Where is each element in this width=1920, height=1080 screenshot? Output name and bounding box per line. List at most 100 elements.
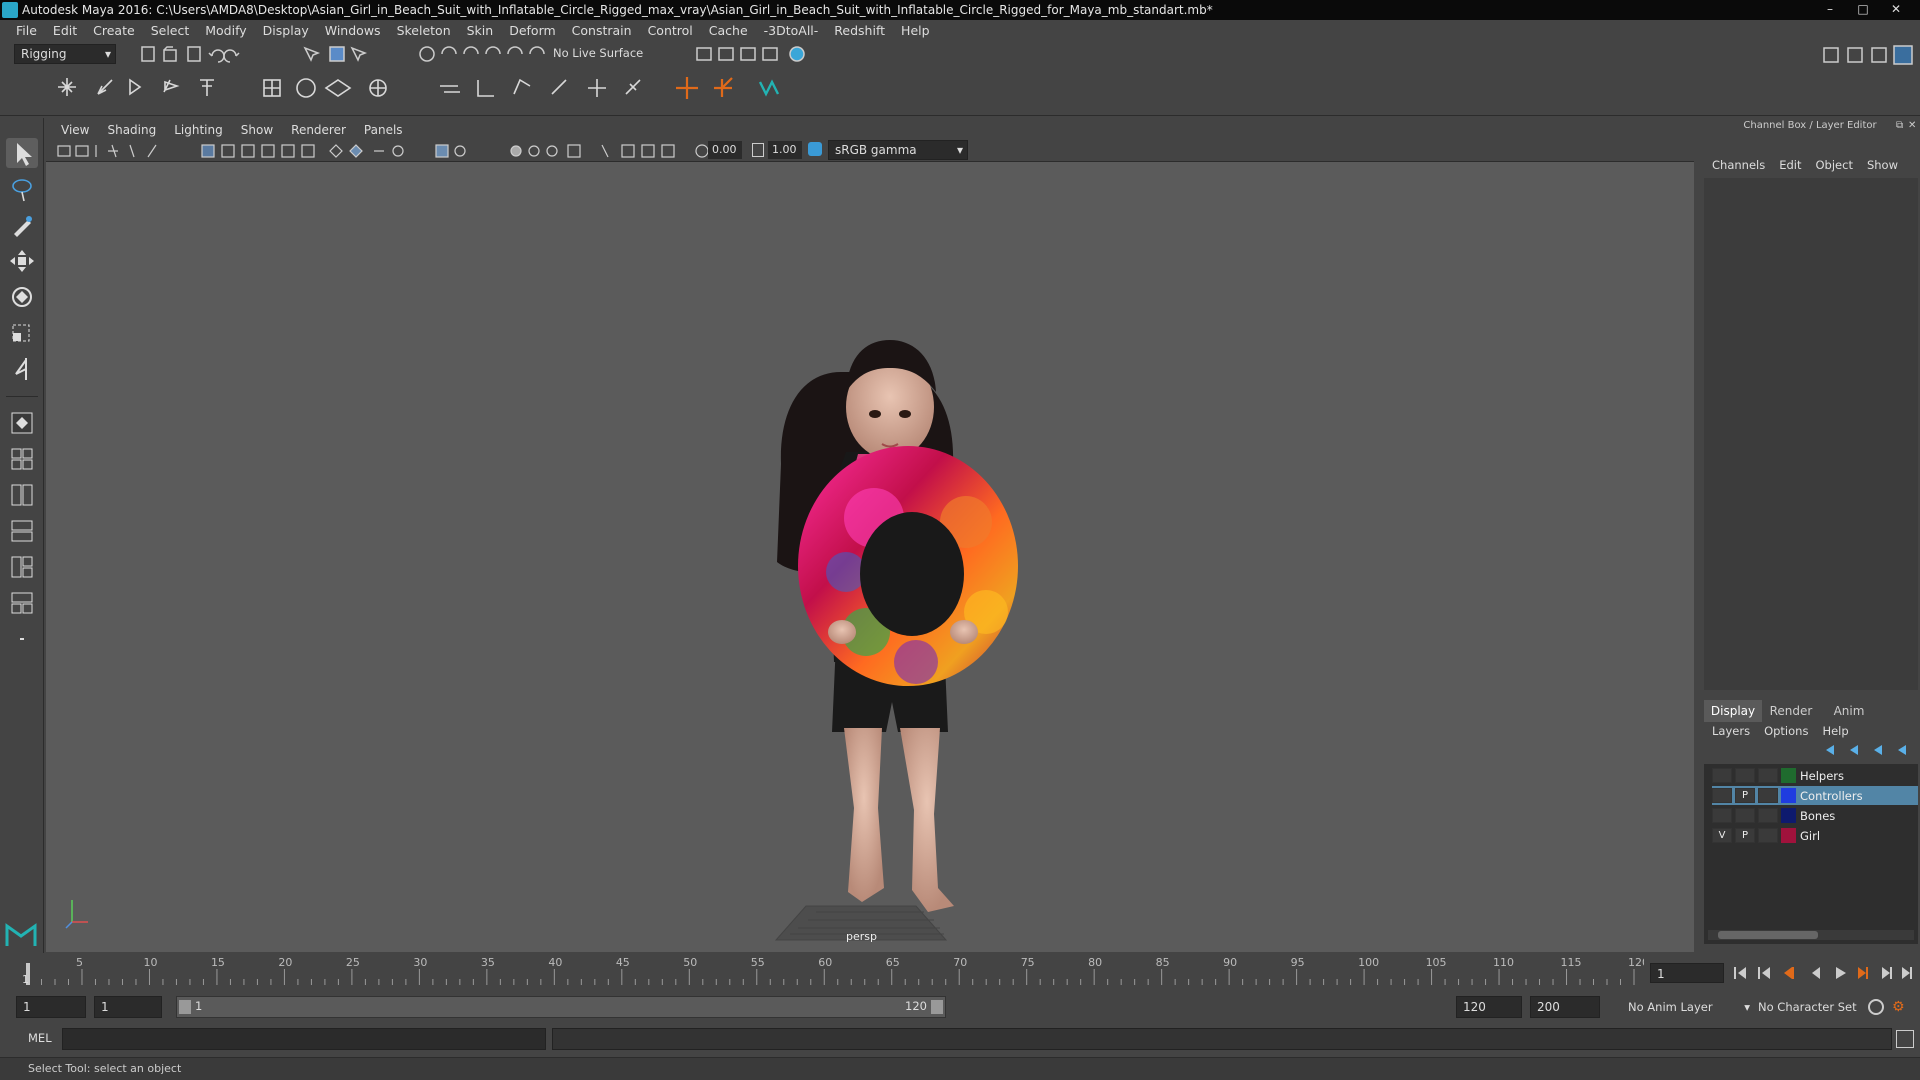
layer-playback-toggle[interactable]: P — [1735, 788, 1755, 803]
panel-menu-show[interactable]: Show — [232, 123, 282, 137]
paint-select-tool-icon[interactable] — [6, 210, 38, 240]
view-transform-dropdown[interactable]: sRGB gamma ▾ — [828, 140, 968, 160]
menu-windows[interactable]: Windows — [317, 20, 389, 42]
anim-layer-dropdown[interactable]: No Anim Layer ▾ — [1610, 996, 1752, 1018]
lasso-tool-icon[interactable] — [6, 174, 38, 204]
layer-type-toggle[interactable] — [1758, 788, 1778, 803]
menu-select[interactable]: Select — [143, 20, 198, 42]
menuset-dropdown[interactable]: Rigging ▾ — [14, 44, 116, 64]
menu-deform[interactable]: Deform — [501, 20, 563, 42]
layer-type-toggle[interactable] — [1758, 768, 1778, 783]
show-menu[interactable]: Show — [1867, 158, 1898, 172]
menu-modify[interactable]: Modify — [197, 20, 254, 42]
menu-display[interactable]: Display — [255, 20, 317, 42]
panel-menu-lighting[interactable]: Lighting — [165, 123, 232, 137]
auto-key-icon[interactable] — [1868, 999, 1884, 1015]
persp-outliner-layout-icon[interactable] — [6, 516, 38, 546]
panel-menu-view[interactable]: View — [52, 123, 98, 137]
edit-menu[interactable]: Edit — [1779, 158, 1801, 172]
last-tool-icon[interactable] — [6, 354, 38, 384]
minimize-button[interactable]: – — [1815, 0, 1845, 18]
current-frame-field[interactable]: 1 — [1650, 963, 1724, 983]
hypershade-layout-icon[interactable] — [6, 588, 38, 618]
layer-row-controllers[interactable]: P Controllers — [1712, 786, 1918, 805]
menu-cache[interactable]: Cache — [701, 20, 756, 42]
menu-help[interactable]: Help — [893, 20, 938, 42]
time-slider[interactable]: 5 10 15 20 25 30 35 40 45 50 55 60 65 70 75 80 85 90 95 100… — [0, 953, 1920, 989]
range-end-handle[interactable] — [931, 1000, 943, 1014]
mel-label[interactable]: MEL — [28, 1031, 52, 1045]
menu-constrain[interactable]: Constrain — [564, 20, 640, 42]
layer-color-swatch[interactable] — [1781, 768, 1796, 783]
gamma-field[interactable]: 1.00 — [768, 141, 802, 159]
perspective-viewport[interactable]: persp — [46, 162, 1694, 952]
layer-visibility-toggle[interactable]: V — [1712, 828, 1732, 843]
animation-end-field[interactable]: 200 — [1530, 996, 1600, 1018]
scrollbar-thumb[interactable] — [1718, 931, 1818, 939]
layer-playback-toggle[interactable] — [1735, 808, 1755, 823]
panel-menu-panels[interactable]: Panels — [355, 123, 412, 137]
menu-3dtoall[interactable]: -3DtoAll- — [756, 20, 827, 42]
live-surface-field[interactable]: No Live Surface — [553, 46, 643, 60]
layer-list-scrollbar[interactable] — [1708, 930, 1914, 940]
side-by-side-layout-icon[interactable] — [6, 480, 38, 510]
script-editor-icon[interactable] — [1896, 1030, 1914, 1048]
layer-visibility-toggle[interactable] — [1712, 768, 1732, 783]
help-menu[interactable]: Help — [1822, 724, 1848, 738]
persp-graph-layout-icon[interactable] — [6, 552, 38, 582]
menu-create[interactable]: Create — [85, 20, 143, 42]
menu-skeleton[interactable]: Skeleton — [389, 20, 459, 42]
playback-end-field[interactable]: 120 — [1456, 996, 1522, 1018]
range-slider[interactable]: 1 120 — [176, 996, 946, 1018]
animation-preferences-icon[interactable]: ⚙ — [1892, 999, 1908, 1015]
tab-display[interactable]: Display — [1704, 700, 1762, 722]
mel-input[interactable] — [62, 1028, 546, 1050]
layer-row-girl[interactable]: V P Girl — [1712, 826, 1918, 845]
layers-menu[interactable]: Layers — [1712, 724, 1750, 738]
channel-list[interactable] — [1704, 178, 1918, 690]
layer-playback-toggle[interactable] — [1735, 768, 1755, 783]
menu-skin[interactable]: Skin — [459, 20, 502, 42]
toolbox-more-icon[interactable] — [6, 624, 38, 654]
panel-menu-shading[interactable]: Shading — [98, 123, 165, 137]
scale-tool-icon[interactable] — [6, 318, 38, 348]
character-set-dropdown[interactable]: No Character Set — [1752, 996, 1864, 1018]
layer-playback-toggle[interactable]: P — [1735, 828, 1755, 843]
single-perspective-layout-icon[interactable] — [6, 408, 38, 438]
animation-start-field[interactable]: 1 — [16, 996, 86, 1018]
menu-file[interactable]: File — [8, 20, 45, 42]
layer-visibility-toggle[interactable] — [1712, 788, 1732, 803]
layer-color-swatch[interactable] — [1781, 808, 1796, 823]
layer-color-swatch[interactable] — [1781, 828, 1796, 843]
rotate-tool-icon[interactable] — [6, 282, 38, 312]
layer-visibility-toggle[interactable] — [1712, 808, 1732, 823]
color-management-icon[interactable] — [808, 142, 822, 156]
layer-row-bones[interactable]: Bones — [1712, 806, 1918, 825]
menu-edit[interactable]: Edit — [45, 20, 85, 42]
exposure-field[interactable]: 0.00 — [708, 141, 742, 159]
select-tool-icon[interactable] — [6, 138, 38, 168]
layer-type-toggle[interactable] — [1758, 808, 1778, 823]
options-menu[interactable]: Options — [1764, 724, 1808, 738]
range-start-handle[interactable] — [179, 1000, 191, 1014]
maximize-button[interactable]: □ — [1848, 0, 1878, 18]
move-tool-icon[interactable] — [6, 246, 38, 276]
layer-type-toggle[interactable] — [1758, 828, 1778, 843]
gamma-icon[interactable] — [752, 143, 764, 157]
layer-row-helpers[interactable]: Helpers — [1712, 766, 1918, 785]
close-panel-icon[interactable]: ✕ — [1908, 120, 1916, 131]
channels-menu[interactable]: Channels — [1712, 158, 1765, 172]
panel-menu-renderer[interactable]: Renderer — [282, 123, 355, 137]
tab-render[interactable]: Render — [1762, 700, 1820, 722]
menu-control[interactable]: Control — [640, 20, 701, 42]
object-menu[interactable]: Object — [1816, 158, 1853, 172]
close-button[interactable]: ✕ — [1881, 0, 1911, 18]
float-panel-icon[interactable]: ⧉ — [1896, 120, 1903, 131]
chevron-down-icon: ▾ — [1744, 1000, 1750, 1014]
playback-start-field[interactable]: 1 — [94, 996, 162, 1018]
panel-toolbar: 0.00 1.00 sRGB gamma ▾ — [46, 140, 1694, 162]
layer-color-swatch[interactable] — [1781, 788, 1796, 803]
menu-redshift[interactable]: Redshift — [826, 20, 893, 42]
four-view-layout-icon[interactable] — [6, 444, 38, 474]
tab-anim[interactable]: Anim — [1820, 700, 1878, 722]
